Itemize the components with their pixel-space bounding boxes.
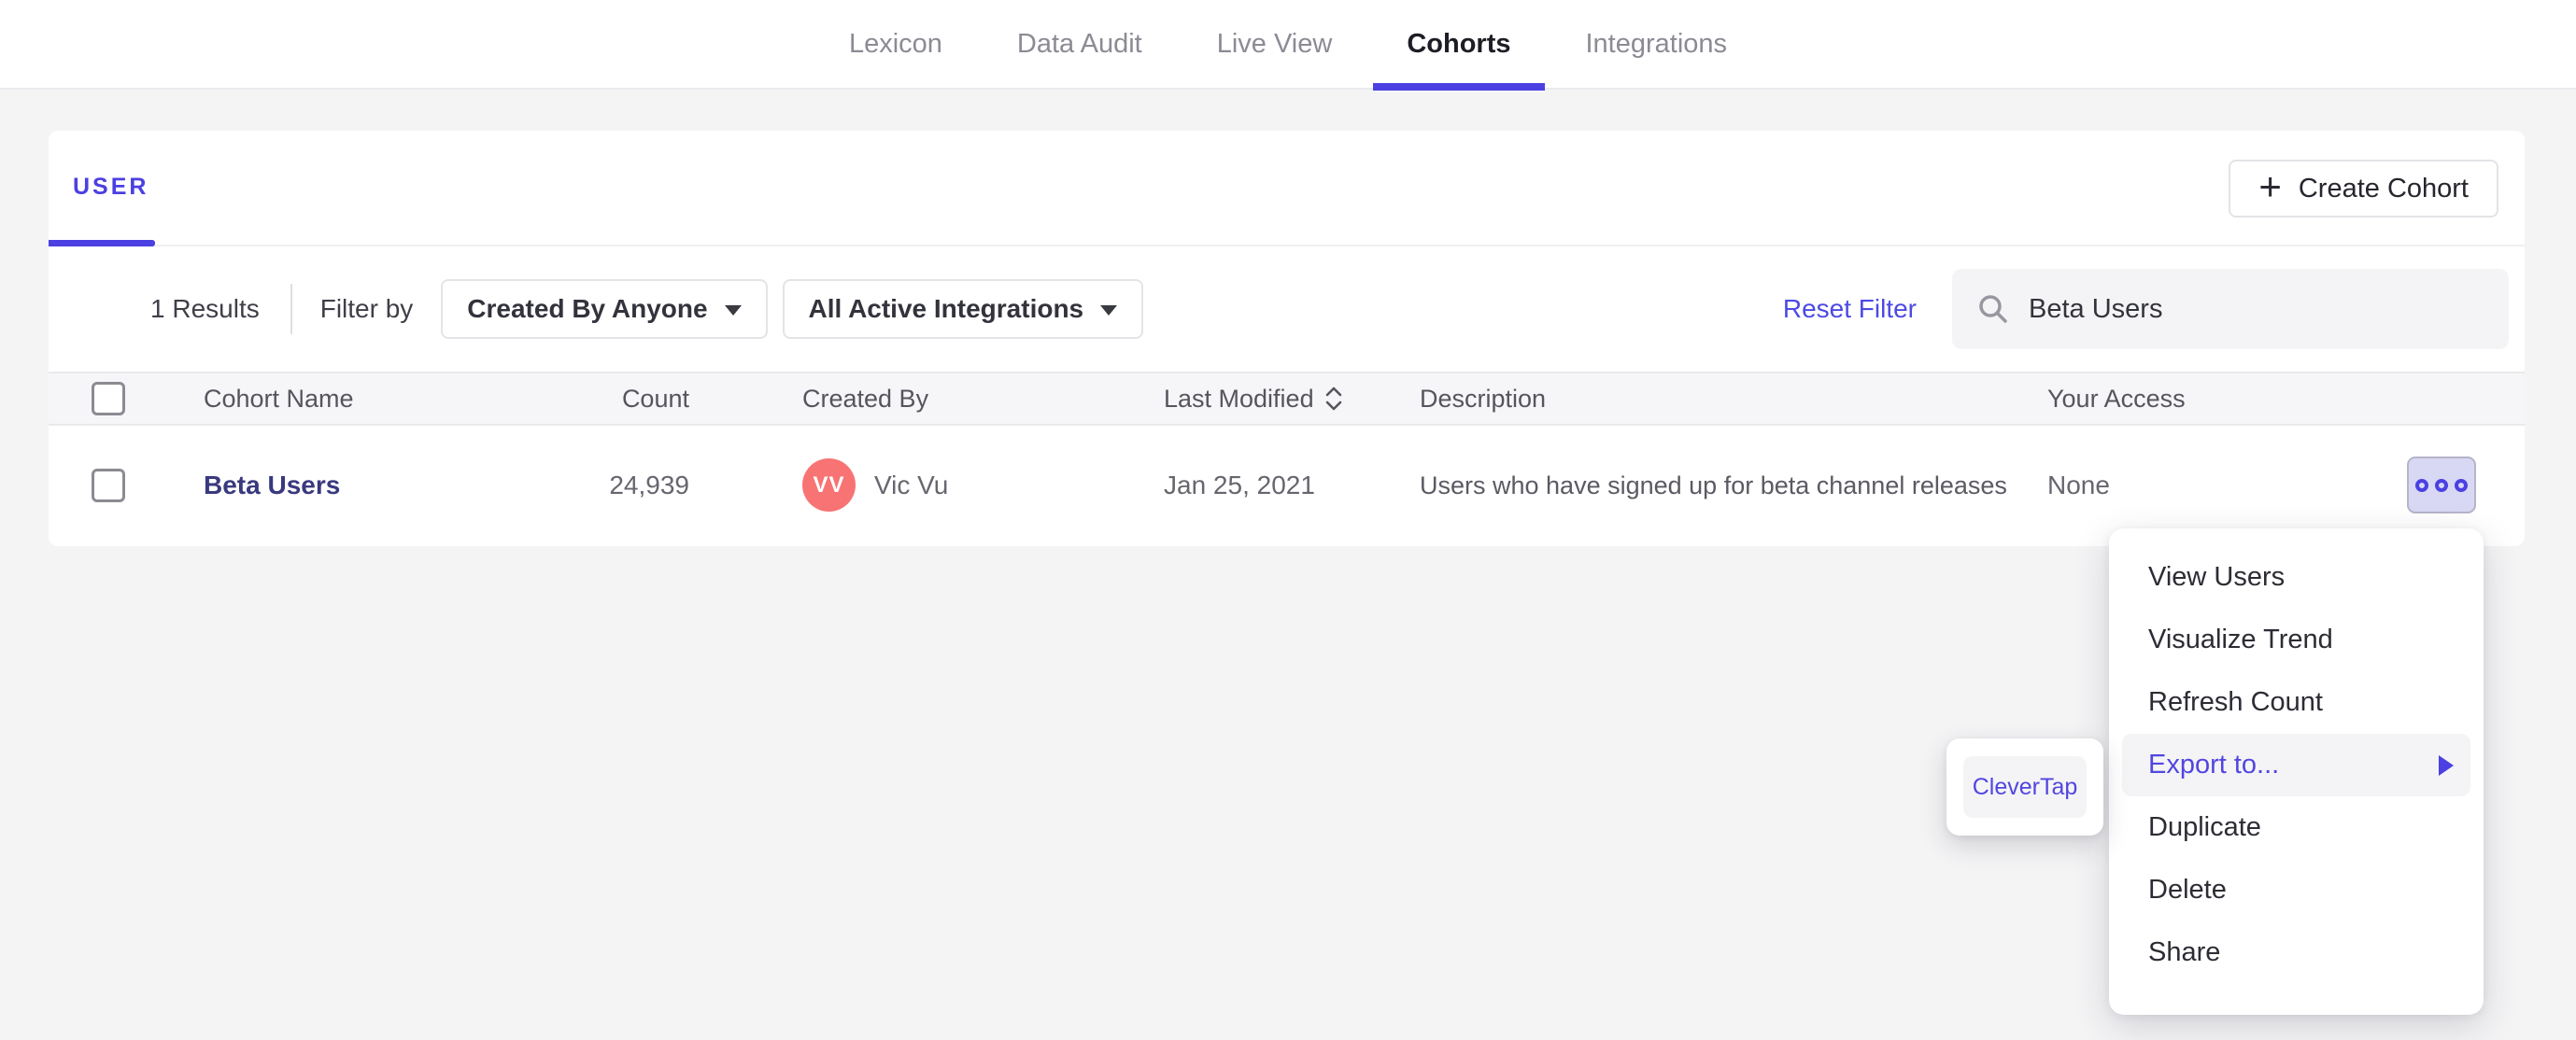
filter-by-label: Filter by xyxy=(319,294,414,323)
menu-item-refresh-count[interactable]: Refresh Count xyxy=(2109,671,2484,734)
actions-cell xyxy=(2407,457,2525,513)
nav-tab-cohorts-label: Cohorts xyxy=(1407,28,1511,59)
created-by-dropdown[interactable]: Created By Anyone xyxy=(441,279,768,339)
header-cohort-name: Cohort Name xyxy=(204,384,354,413)
menu-item-delete[interactable]: Delete xyxy=(2109,859,2484,921)
cohort-context-menu: View Users Visualize Trend Refresh Count… xyxy=(2109,528,2484,1015)
menu-item-export-to-label: Export to... xyxy=(2148,750,2280,780)
row-checkbox[interactable] xyxy=(92,468,125,502)
menu-item-export-to[interactable]: Export to... xyxy=(2122,734,2470,796)
create-cohort-label: Create Cohort xyxy=(2298,173,2469,204)
more-actions-button[interactable] xyxy=(2407,457,2476,513)
select-all-checkbox[interactable] xyxy=(92,382,125,415)
chevron-down-icon xyxy=(1100,305,1118,316)
menu-item-duplicate[interactable]: Duplicate xyxy=(2109,796,2484,859)
cohort-count: 24,939 xyxy=(609,470,689,499)
active-tab-underline xyxy=(1372,83,1545,91)
tab-user[interactable]: USER xyxy=(73,174,149,201)
ellipsis-icon xyxy=(2455,478,2468,492)
search-input[interactable] xyxy=(2029,293,2484,325)
reset-filter-link[interactable]: Reset Filter xyxy=(1783,294,1917,324)
description-cell: Users who have signed up for beta channe… xyxy=(1420,471,2007,499)
integrations-dropdown[interactable]: All Active Integrations xyxy=(782,279,1144,339)
menu-item-view-users[interactable]: View Users xyxy=(2109,546,2484,609)
nav-tab-live-view[interactable]: Live View xyxy=(1217,0,1333,89)
header-description: Description xyxy=(1420,384,1547,413)
export-submenu: CleverTap xyxy=(1946,738,2103,836)
row-checkbox-cell xyxy=(49,468,204,502)
ellipsis-icon xyxy=(2415,478,2428,492)
header-your-access: Your Access xyxy=(2047,384,2186,413)
ellipsis-icon xyxy=(2435,478,2448,492)
integrations-dropdown-label: All Active Integrations xyxy=(808,294,1084,323)
cohort-name-link[interactable]: Beta Users xyxy=(204,471,340,499)
results-count: 1 Results xyxy=(150,294,260,323)
sort-icon[interactable] xyxy=(1323,386,1344,412)
plus-icon: + xyxy=(2258,164,2282,208)
avatar: VV xyxy=(802,458,856,512)
chevron-down-icon xyxy=(724,305,742,316)
nav-tab-integrations[interactable]: Integrations xyxy=(1586,0,1728,89)
filter-bar: 1 Results Filter by Created By Anyone Al… xyxy=(49,246,2525,372)
create-cohort-button[interactable]: + Create Cohort xyxy=(2229,160,2498,218)
nav-tab-cohorts[interactable]: Cohorts xyxy=(1372,0,1545,91)
menu-item-share[interactable]: Share xyxy=(2109,921,2484,984)
last-modified-cell: Jan 25, 2021 xyxy=(1164,470,1315,499)
table-row: Beta Users 24,939 VV Vic Vu Jan 25, 2021… xyxy=(49,426,2525,544)
nav-tab-data-audit[interactable]: Data Audit xyxy=(1017,0,1142,89)
nav-tab-lexicon[interactable]: Lexicon xyxy=(849,0,942,89)
header-checkbox-cell xyxy=(49,382,204,415)
user-tab-underline xyxy=(49,240,155,246)
header-last-modified[interactable]: Last Modified xyxy=(1164,385,1420,414)
header-created-by: Created By xyxy=(802,384,929,413)
cohorts-panel: USER + Create Cohort 1 Results Filter by… xyxy=(49,131,2525,546)
panel-tabstrip: USER + Create Cohort xyxy=(49,131,2525,246)
search-icon xyxy=(1979,295,2007,323)
created-by-dropdown-label: Created By Anyone xyxy=(467,294,708,323)
submenu-item-clevertap[interactable]: CleverTap xyxy=(1963,756,2087,818)
header-count: Count xyxy=(621,384,689,413)
table-header: Cohort Name Count Created By Last Modifi… xyxy=(49,372,2525,426)
filter-divider xyxy=(290,284,292,334)
created-by-cell: VV Vic Vu xyxy=(689,458,1164,512)
search-box[interactable] xyxy=(1952,269,2509,349)
top-navigation: Lexicon Data Audit Live View Cohorts Int… xyxy=(0,0,2576,91)
created-by-name: Vic Vu xyxy=(874,470,949,499)
filter-right-group: Reset Filter xyxy=(1783,269,2509,349)
your-access-cell: None xyxy=(2047,470,2110,499)
header-last-modified-label: Last Modified xyxy=(1164,384,1314,413)
submenu-arrow-icon xyxy=(2439,754,2454,776)
menu-item-visualize-trend[interactable]: Visualize Trend xyxy=(2109,609,2484,671)
